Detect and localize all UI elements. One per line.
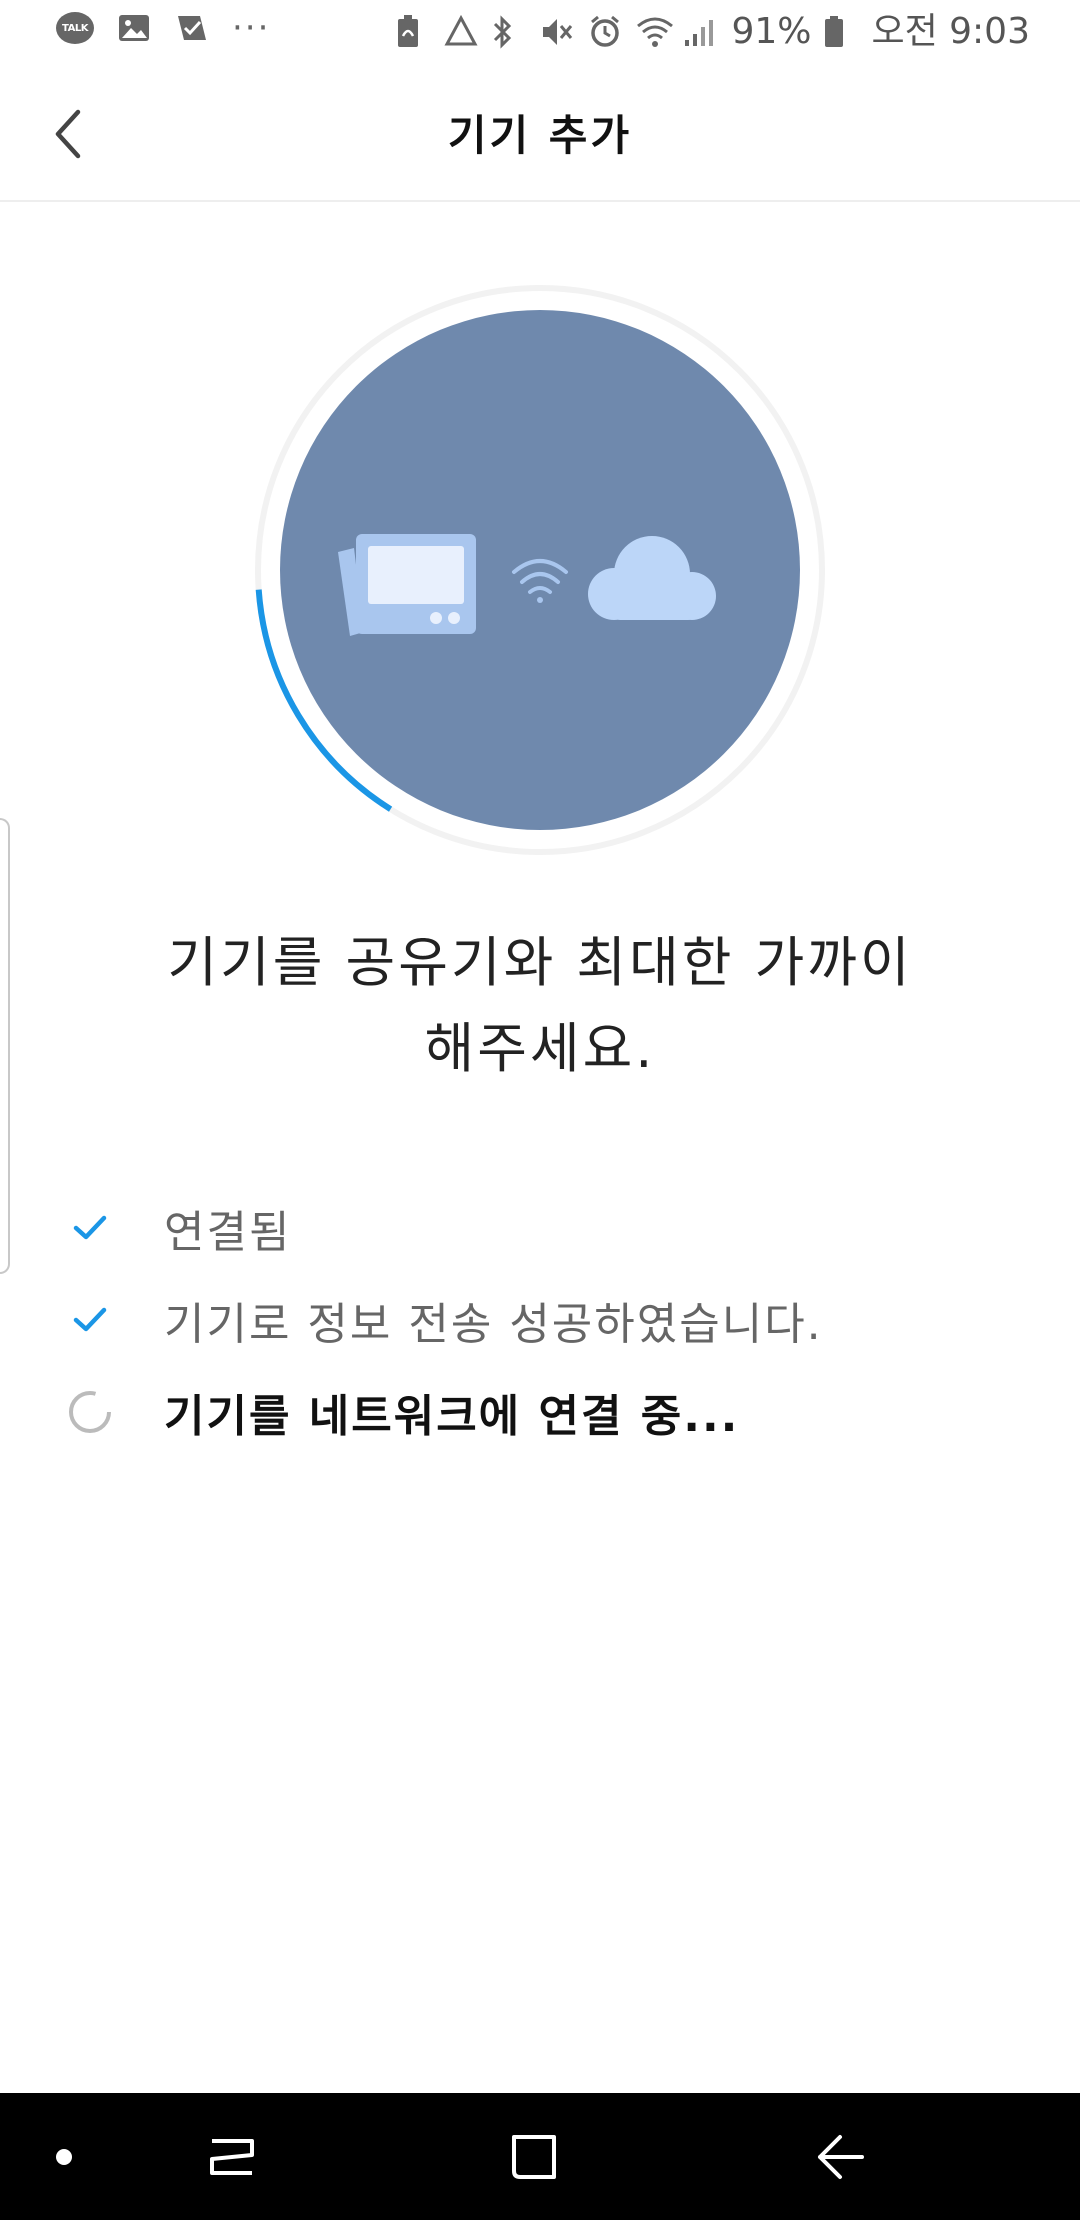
bluetooth-icon [491, 14, 527, 50]
home-icon [512, 2135, 556, 2179]
battery-icon [823, 14, 859, 50]
recycle-icon [443, 14, 479, 50]
step-label: 연결됨 [164, 1207, 292, 1258]
nav-dot-button[interactable] [28, 2121, 100, 2193]
edge-panel-handle[interactable] [0, 818, 10, 1274]
notification-icons: TALK ··· [56, 10, 270, 46]
step-info-sent: 기기로 정보 전송 성공하였습니다. [60, 1274, 1020, 1366]
navigation-bar [0, 2093, 1080, 2220]
step-label: 기기를 네트워크에 연결 중... [164, 1391, 740, 1442]
dot-icon [56, 2149, 72, 2165]
page-title: 기기 추가 [447, 111, 633, 160]
spinner-icon [60, 1382, 120, 1442]
more-icon: ··· [232, 8, 271, 48]
instruction-line-2: 해주세요. [424, 1017, 656, 1080]
home-button[interactable] [498, 2121, 570, 2193]
check-icon [60, 1290, 120, 1350]
instruction-line-1: 기기를 공유기와 최대한 가까이 [167, 931, 913, 994]
gallery-icon [116, 10, 152, 46]
alarm-icon [587, 14, 623, 50]
task-icon [174, 10, 210, 46]
mute-icon [539, 14, 575, 50]
check-icon [60, 1198, 120, 1258]
device-icon [338, 534, 476, 636]
kakaotalk-icon: TALK [56, 12, 94, 44]
system-icons: 91% 오전 9:03 [395, 8, 1030, 56]
status-bar: TALK ··· 91% 오전 9:03 [0, 0, 1080, 64]
battery-percent: 91% [731, 11, 812, 52]
signal-icon [683, 14, 719, 50]
step-connected: 연결됨 [60, 1182, 1020, 1274]
wifi-icon [635, 14, 674, 50]
instruction-message: 기기를 공유기와 최대한 가까이 해주세요. [80, 920, 1000, 1092]
back-icon [818, 2135, 864, 2179]
progress-steps: 연결됨 기기로 정보 전송 성공하였습니다. 기기를 네트워크에 연결 중... [60, 1182, 1020, 1458]
nav-back-button[interactable] [804, 2121, 876, 2193]
recent-apps-icon [210, 2139, 254, 2175]
recent-apps-button[interactable] [196, 2121, 268, 2193]
clock: 오전 9:03 [871, 11, 1030, 52]
step-label: 기기로 정보 전송 성공하였습니다. [164, 1299, 823, 1350]
connection-illustration [246, 276, 834, 864]
app-bar: 기기 추가 [0, 64, 1080, 202]
step-connecting-network: 기기를 네트워크에 연결 중... [60, 1366, 1020, 1458]
battery-saver-icon [395, 14, 431, 50]
